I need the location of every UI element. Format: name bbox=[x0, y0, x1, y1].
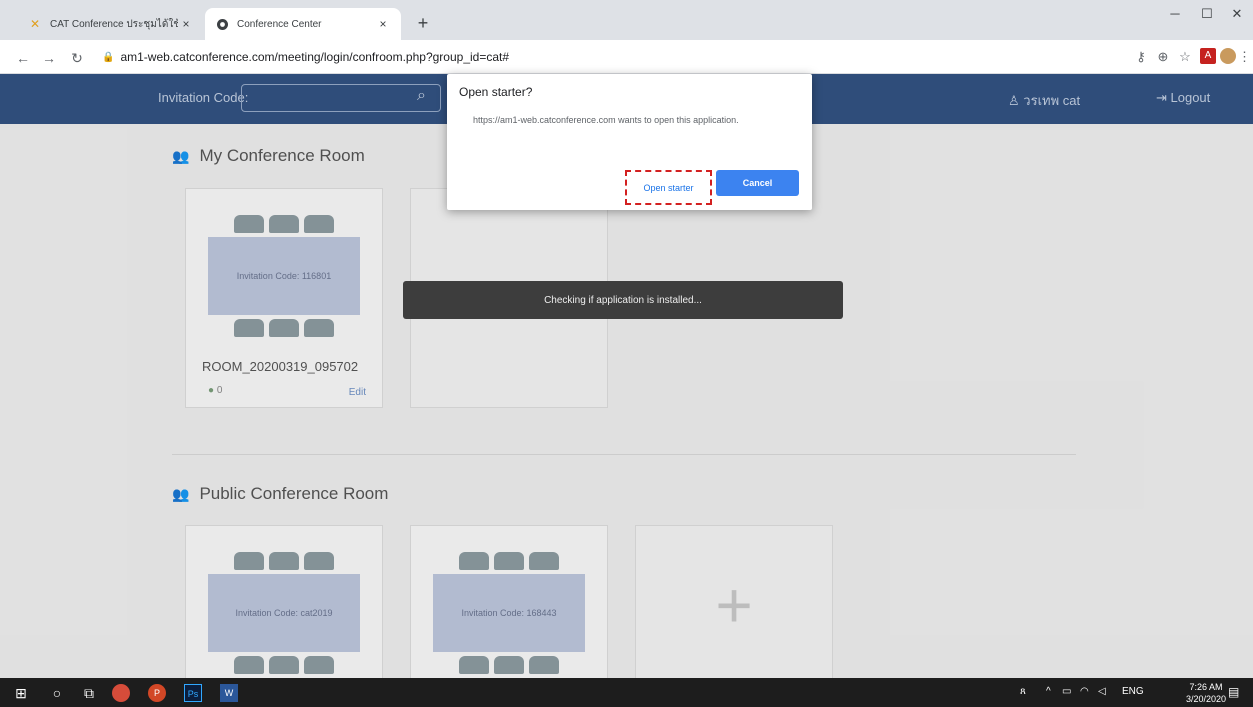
close-window-icon[interactable]: ✕ bbox=[1222, 6, 1252, 22]
chevron-up-icon[interactable]: ^ bbox=[1046, 686, 1051, 697]
star-icon[interactable]: ☆ bbox=[1175, 48, 1195, 66]
windows-start-icon[interactable]: ⊞ bbox=[12, 684, 30, 702]
open-starter-button[interactable]: Open starter bbox=[625, 170, 712, 205]
browser-tab-bar: ✕ CAT Conference ประชุมได้ใช้จัดจำกั × C… bbox=[0, 0, 1253, 40]
task-view-icon[interactable]: ⧉ bbox=[80, 684, 98, 702]
minimize-icon[interactable]: ─ bbox=[1160, 6, 1190, 21]
close-tab-icon[interactable]: × bbox=[178, 17, 194, 31]
cancel-button[interactable]: Cancel bbox=[716, 170, 799, 196]
key-icon[interactable]: ⚷ bbox=[1131, 48, 1151, 66]
wifi-icon[interactable]: ◠ bbox=[1080, 686, 1089, 697]
logout-label: Logout bbox=[1170, 90, 1211, 105]
volume-icon[interactable]: ◁ bbox=[1098, 686, 1106, 697]
tab-title: CAT Conference ประชุมได้ใช้จัดจำกั bbox=[50, 18, 178, 30]
chrome-icon[interactable] bbox=[112, 684, 130, 702]
photoshop-icon[interactable]: Ps bbox=[184, 684, 202, 702]
invitation-code-input[interactable] bbox=[241, 84, 441, 112]
logout-button[interactable]: ⇥ Logout bbox=[1156, 90, 1210, 106]
url-text: am1-web.catconference.com/meeting/login/… bbox=[120, 50, 510, 64]
close-tab-icon[interactable]: × bbox=[375, 17, 391, 31]
windows-taskbar: ⊞ ○ ⧉ P Ps W ጸ ^ ▭ ◠ ◁ ENG 7:26 AM 3/20/… bbox=[0, 678, 1253, 707]
battery-icon[interactable]: ▭ bbox=[1062, 686, 1071, 697]
user-name: วรเทพ cat bbox=[1023, 93, 1081, 108]
user-icon: ♙ bbox=[1008, 93, 1024, 108]
invitation-code-label: Invitation Code: bbox=[158, 90, 249, 105]
clock-time: 7:26 AM bbox=[1189, 682, 1223, 692]
back-icon[interactable]: ← bbox=[12, 47, 34, 69]
tab-conference-center[interactable]: Conference Center × bbox=[205, 8, 401, 40]
language-indicator[interactable]: ENG bbox=[1122, 686, 1144, 697]
forward-icon[interactable]: → bbox=[38, 47, 60, 69]
lock-icon: 🔒 bbox=[102, 51, 115, 63]
search-icon[interactable]: ⌕ bbox=[417, 87, 426, 105]
search-circle-icon[interactable]: ○ bbox=[48, 684, 66, 702]
new-tab-button[interactable]: + bbox=[410, 10, 436, 36]
dialog-message: https://am1-web.catconference.com wants … bbox=[473, 115, 739, 125]
pdf-extension-icon[interactable]: A bbox=[1200, 48, 1216, 64]
status-toast: Checking if application is installed... bbox=[403, 281, 843, 319]
menu-icon[interactable]: ⋮ bbox=[1238, 48, 1251, 66]
tab-cat-conference[interactable]: ✕ CAT Conference ประชุมได้ใช้จัดจำกั × bbox=[18, 8, 204, 40]
notification-icon[interactable]: ▤ bbox=[1228, 685, 1239, 699]
reload-icon[interactable]: ↻ bbox=[66, 47, 88, 69]
maximize-icon[interactable]: ☐ bbox=[1192, 6, 1222, 22]
clock-date: 3/20/2020 bbox=[1186, 694, 1227, 704]
profile-avatar-icon[interactable] bbox=[1220, 48, 1236, 64]
user-menu[interactable]: ♙ วรเทพ cat bbox=[1008, 90, 1080, 111]
tab-title: Conference Center bbox=[237, 18, 322, 30]
system-clock[interactable]: 7:26 AM 3/20/2020 bbox=[1186, 681, 1226, 705]
word-icon[interactable]: W bbox=[220, 684, 238, 702]
powerpoint-icon[interactable]: P bbox=[148, 684, 166, 702]
logout-icon: ⇥ bbox=[1156, 90, 1171, 105]
address-bar[interactable]: 🔒 am1-web.catconference.com/meeting/logi… bbox=[102, 46, 1118, 68]
zoom-icon[interactable]: ⊕ bbox=[1153, 48, 1173, 66]
browser-toolbar: ← → ↻ 🔒 am1-web.catconference.com/meetin… bbox=[0, 40, 1253, 74]
people-icon[interactable]: ጸ bbox=[1020, 686, 1026, 697]
globe-icon bbox=[215, 17, 229, 31]
cat-logo-icon: ✕ bbox=[29, 17, 41, 31]
dialog-title: Open starter? bbox=[459, 85, 533, 99]
